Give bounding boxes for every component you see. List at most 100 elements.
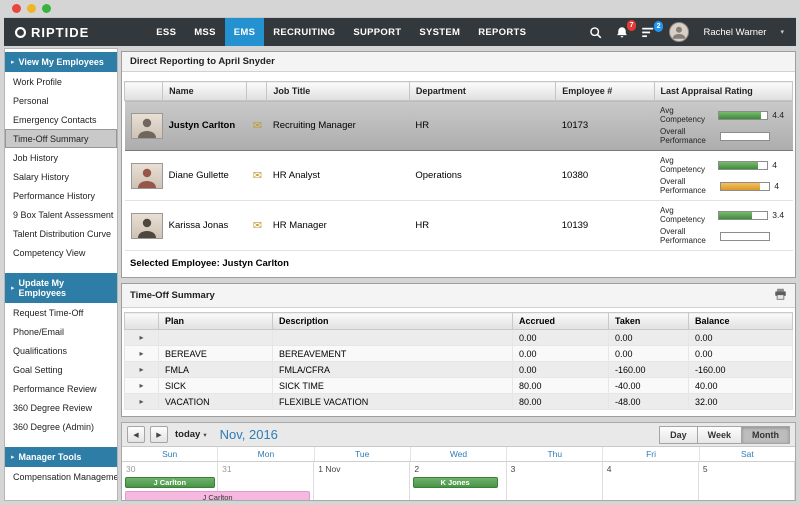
sidebar-item-performance-review[interactable]: Performance Review [5, 379, 117, 398]
timeoff-row[interactable]: ▸ SICK SICK TIME 80.00 -40.00 40.00 [125, 378, 793, 394]
balance-cell: 0.00 [689, 330, 793, 346]
expand-row-icon[interactable]: ▸ [131, 333, 152, 342]
calendar-prev-button[interactable]: ◀ [127, 426, 145, 443]
email-icon[interactable]: ✉ [253, 220, 262, 232]
menu-mss[interactable]: MSS [185, 18, 225, 46]
close-window-button[interactable] [12, 4, 21, 13]
minimize-window-button[interactable] [27, 4, 36, 13]
description-cell [273, 330, 513, 346]
column-department[interactable]: Department [409, 82, 555, 101]
event-j-carlton-green[interactable]: J Carlton [125, 477, 215, 488]
timeoff-row[interactable]: ▸ VACATION FLEXIBLE VACATION 80.00 -48.0… [125, 394, 793, 410]
notifications-bell-icon[interactable]: 7 [616, 26, 628, 39]
column-accrued[interactable]: Accrued [513, 313, 609, 330]
sidebar-item-personal[interactable]: Personal [5, 91, 117, 110]
column-job-title[interactable]: Job Title [267, 82, 409, 101]
column-last-appraisal-rating[interactable]: Last Appraisal Rating [654, 82, 792, 101]
column-taken[interactable]: Taken [609, 313, 689, 330]
menu-recruiting[interactable]: RECRUITING [264, 18, 344, 46]
expand-row-icon[interactable]: ▸ [131, 365, 152, 374]
user-menu-caret-icon[interactable]: ▾ [780, 28, 784, 36]
expand-row-icon[interactable]: ▸ [131, 397, 152, 406]
menu-support[interactable]: SUPPORT [344, 18, 410, 46]
sidebar-item-salary-history[interactable]: Salary History [5, 167, 117, 186]
menu-reports[interactable]: REPORTS [469, 18, 535, 46]
timeoff-row[interactable]: ▸ BEREAVE BEREAVEMENT 0.00 0.00 0.00 [125, 346, 793, 362]
description-cell: FMLA/CFRA [273, 362, 513, 378]
sidebar-item-performance-history[interactable]: Performance History [5, 186, 117, 205]
calendar-today-button[interactable]: today ▾ [175, 429, 207, 440]
sidebar-item-request-time-off[interactable]: Request Time-Off [5, 303, 117, 322]
direct-reporting-panel: Direct Reporting to April Snyder Name Jo… [121, 51, 796, 278]
sidebar-item-compensation-management[interactable]: Compensation Management [5, 467, 117, 486]
sidebar-header-view-my-employees[interactable]: ▸ View My Employees [5, 52, 117, 72]
calendar-cell[interactable]: 4 [603, 462, 699, 500]
accrued-cell: 0.00 [513, 346, 609, 362]
column-employee-number[interactable]: Employee # [556, 82, 654, 101]
sidebar-item-emergency-contacts[interactable]: Emergency Contacts [5, 110, 117, 129]
accrued-cell: 0.00 [513, 362, 609, 378]
calendar-cell[interactable]: 5 [699, 462, 795, 500]
column-photo [125, 82, 163, 101]
panel-title-text: Direct Reporting to April Snyder [130, 56, 275, 67]
sidebar-item-phone-email[interactable]: Phone/Email [5, 322, 117, 341]
overall-performance-line: Overall Performance [660, 127, 786, 145]
menu-ess[interactable]: ESS [147, 18, 185, 46]
menu-system[interactable]: SYSTEM [410, 18, 469, 46]
day-header-sat: Sat [700, 447, 795, 461]
sidebar-item-goal-setting[interactable]: Goal Setting [5, 360, 117, 379]
section-arrow-icon: ▸ [11, 58, 15, 66]
event-k-jones[interactable]: K Jones [413, 477, 498, 488]
main-menu: ESS MSS EMS RECRUITING SUPPORT SYSTEM RE… [147, 18, 535, 46]
sidebar-item-9-box-talent-assessment[interactable]: 9 Box Talent Assessment [5, 205, 117, 224]
employee-name: Justyn Carlton [163, 101, 247, 151]
sidebar-item-360-degree-review[interactable]: 360 Degree Review [5, 398, 117, 417]
sidebar-item-time-off-summary[interactable]: Time-Off Summary [5, 129, 117, 148]
sidebar-header-update-my-employees[interactable]: ▸ Update My Employees [5, 273, 117, 303]
timeoff-table: Plan Description Accrued Taken Balance ▸ [124, 312, 793, 410]
sidebar-header-manager-tools[interactable]: ▸ Manager Tools [5, 447, 117, 467]
avg-competency-bar [718, 111, 768, 120]
sidebar-item-qualifications[interactable]: Qualifications [5, 341, 117, 360]
column-name[interactable]: Name [163, 82, 247, 101]
sidebar-item-360-degree-admin[interactable]: 360 Degree (Admin) [5, 417, 117, 436]
avg-competency-value: 3.4 [772, 210, 786, 220]
view-week-button[interactable]: Week [697, 426, 742, 444]
timeoff-row[interactable]: ▸ FMLA FMLA/CFRA 0.00 -160.00 -160.00 [125, 362, 793, 378]
column-balance[interactable]: Balance [689, 313, 793, 330]
timeoff-row[interactable]: ▸ 0.00 0.00 0.00 [125, 330, 793, 346]
plan-cell: VACATION [159, 394, 273, 410]
search-icon[interactable] [589, 26, 602, 39]
column-description[interactable]: Description [273, 313, 513, 330]
event-j-carlton-pink[interactable]: J Carlton [125, 491, 311, 500]
employee-row-diane-gullette[interactable]: Diane Gullette ✉ HR Analyst Operations 1… [125, 151, 793, 201]
user-avatar[interactable] [669, 22, 689, 42]
email-icon[interactable]: ✉ [253, 170, 262, 182]
sidebar-section-view-my-employees: ▸ View My Employees Work Profile Persona… [5, 52, 117, 262]
menu-ems[interactable]: EMS [225, 18, 265, 46]
calendar-next-button[interactable]: ▶ [150, 426, 168, 443]
messages-list-icon[interactable]: 2 [642, 27, 655, 38]
view-day-button[interactable]: Day [659, 426, 698, 444]
print-icon[interactable] [774, 288, 787, 303]
zoom-window-button[interactable] [42, 4, 51, 13]
sidebar-item-competency-view[interactable]: Competency View [5, 243, 117, 262]
expand-row-icon[interactable]: ▸ [131, 349, 152, 358]
avg-competency-bar [718, 161, 768, 170]
day-header-mon: Mon [218, 447, 314, 461]
sidebar-item-work-profile[interactable]: Work Profile [5, 72, 117, 91]
expand-row-icon[interactable]: ▸ [131, 381, 152, 390]
sidebar-item-talent-distribution-curve[interactable]: Talent Distribution Curve [5, 224, 117, 243]
calendar-cell[interactable]: 1 Nov [314, 462, 410, 500]
view-month-button[interactable]: Month [741, 426, 790, 444]
employee-row-justyn-carlton[interactable]: Justyn Carlton ✉ Recruiting Manager HR 1… [125, 101, 793, 151]
calendar-week-1: 30 31 1 Nov 2 3 4 5 J Carlton J Carlton … [122, 462, 795, 500]
employee-number: 10173 [556, 101, 654, 151]
calendar-cell[interactable]: 3 [507, 462, 603, 500]
sidebar-item-job-history[interactable]: Job History [5, 148, 117, 167]
employee-row-karissa-jonas[interactable]: Karissa Jonas ✉ HR Manager HR 10139 Avg … [125, 201, 793, 251]
taken-cell: 0.00 [609, 346, 689, 362]
email-icon[interactable]: ✉ [253, 120, 262, 132]
column-plan[interactable]: Plan [159, 313, 273, 330]
app-logo-text: RIPTIDE [31, 25, 89, 40]
